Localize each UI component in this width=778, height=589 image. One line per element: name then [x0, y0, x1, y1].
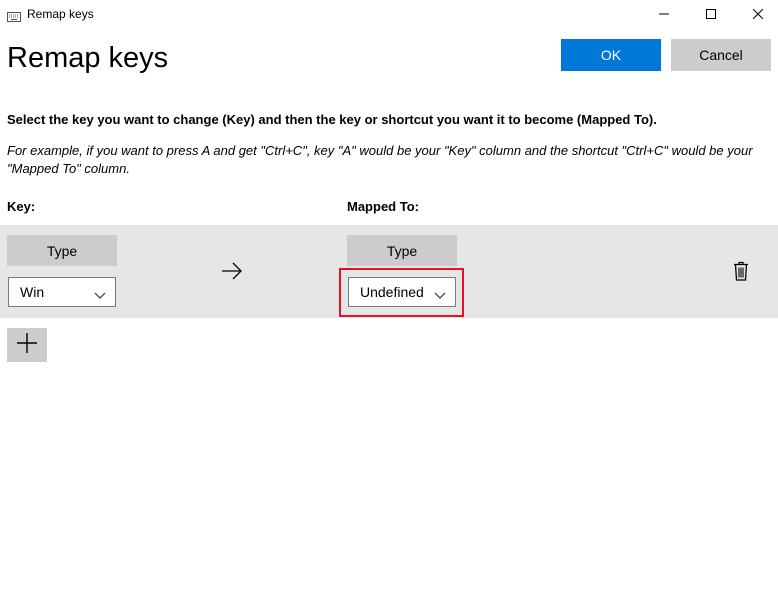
plus-icon	[16, 332, 38, 359]
mapped-type-button[interactable]: Type	[347, 235, 457, 266]
key-column-header: Key:	[7, 199, 36, 214]
minimize-icon	[659, 6, 669, 24]
instruction-text: Select the key you want to change (Key) …	[7, 112, 657, 127]
key-dropdown-value: Win	[20, 284, 45, 300]
page-title: Remap keys	[7, 42, 169, 74]
title-bar: Remap keys	[0, 0, 778, 30]
key-dropdown[interactable]: Win	[8, 277, 116, 307]
chevron-down-icon	[94, 287, 106, 303]
close-button[interactable]	[735, 0, 778, 30]
close-icon	[752, 6, 764, 24]
key-type-button[interactable]: Type	[7, 235, 117, 266]
minimize-button[interactable]	[641, 0, 687, 30]
highlight-box	[339, 268, 464, 317]
keyboard-icon	[7, 9, 21, 22]
maximize-button[interactable]	[688, 0, 734, 30]
remap-row: Type Win Type Undefined	[0, 225, 778, 318]
add-row-button[interactable]	[7, 328, 47, 362]
cancel-button[interactable]: Cancel	[671, 39, 771, 71]
arrow-right-icon	[221, 262, 243, 285]
example-text: For example, if you want to press A and …	[7, 143, 753, 176]
ok-button[interactable]: OK	[561, 39, 661, 71]
maximize-icon	[706, 6, 716, 24]
mapped-to-column-header: Mapped To:	[347, 199, 419, 214]
trash-icon[interactable]	[733, 261, 749, 286]
window-title: Remap keys	[27, 7, 94, 21]
